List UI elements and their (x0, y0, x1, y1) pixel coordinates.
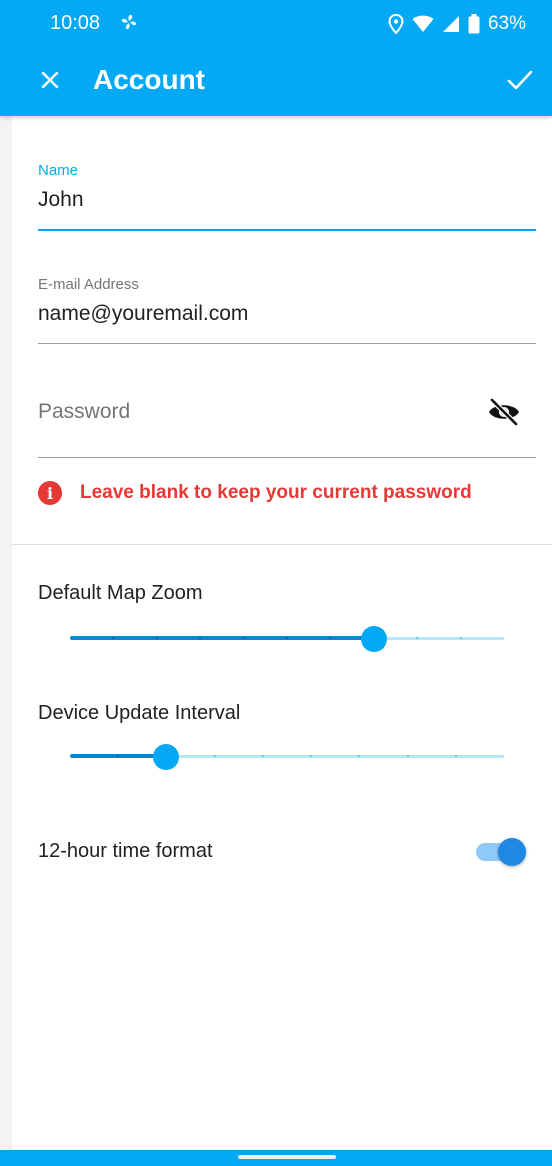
left-edge-strip (0, 116, 12, 1150)
wifi-icon (412, 15, 434, 33)
slider-tick (155, 637, 158, 639)
time-format-switch[interactable] (476, 837, 526, 866)
app-bar: 10:08 63% Account (0, 0, 552, 116)
slider-thumb[interactable] (153, 744, 180, 770)
map-zoom-label: Default Map Zoom (38, 582, 203, 604)
password-helper: i Leave blank to keep your current passw… (38, 481, 472, 505)
time-format-label: 12-hour time format (38, 840, 213, 862)
info-icon: i (38, 481, 62, 505)
close-button[interactable] (30, 62, 70, 102)
section-divider (12, 544, 552, 545)
slider-tick (213, 755, 216, 757)
toggle-password-visibility-button[interactable] (486, 396, 522, 432)
name-field[interactable]: Name John (38, 162, 536, 232)
slider-active-track (70, 636, 374, 640)
page-title: Account (93, 64, 205, 95)
save-button[interactable] (500, 62, 540, 102)
password-helper-text: Leave blank to keep your current passwor… (80, 482, 472, 503)
slider-tick (242, 637, 245, 639)
email-field[interactable]: E-mail Address name@youremail.com (38, 276, 536, 346)
time-format-row[interactable]: 12-hour time format (38, 836, 528, 866)
name-underline (38, 229, 536, 231)
name-label: Name (38, 162, 79, 179)
battery-percent: 63% (487, 13, 526, 34)
navigation-bar (0, 1150, 552, 1166)
password-input[interactable]: Password (38, 398, 130, 426)
switch-thumb (498, 838, 526, 866)
email-input[interactable]: name@youremail.com (38, 300, 536, 328)
location-icon (388, 14, 404, 34)
slider-tick (459, 637, 462, 639)
map-zoom-slider[interactable] (70, 624, 504, 654)
slider-tick (261, 755, 264, 757)
slider-tick (406, 755, 409, 757)
email-underline (38, 343, 536, 344)
slider-thumb[interactable] (360, 626, 387, 652)
visibility-off-icon (487, 397, 521, 432)
toolbar: Account (0, 48, 552, 116)
slider-tick (286, 637, 288, 639)
battery-icon (468, 14, 480, 34)
home-gesture-handle[interactable] (238, 1155, 336, 1159)
name-input[interactable]: John (38, 186, 536, 214)
status-bar: 10:08 63% (0, 0, 552, 48)
status-icons: 63% (388, 10, 526, 38)
update-interval-slider[interactable] (70, 742, 504, 772)
check-icon (507, 69, 533, 96)
slider-tick (454, 755, 457, 757)
close-icon (40, 70, 60, 95)
email-label: E-mail Address (38, 276, 139, 293)
update-interval-label: Device Update Interval (38, 702, 241, 724)
password-field[interactable]: Password (38, 396, 536, 460)
fan-icon (117, 10, 141, 40)
signal-icon (442, 15, 460, 33)
password-underline (38, 457, 536, 458)
status-time: 10:08 (50, 12, 101, 34)
